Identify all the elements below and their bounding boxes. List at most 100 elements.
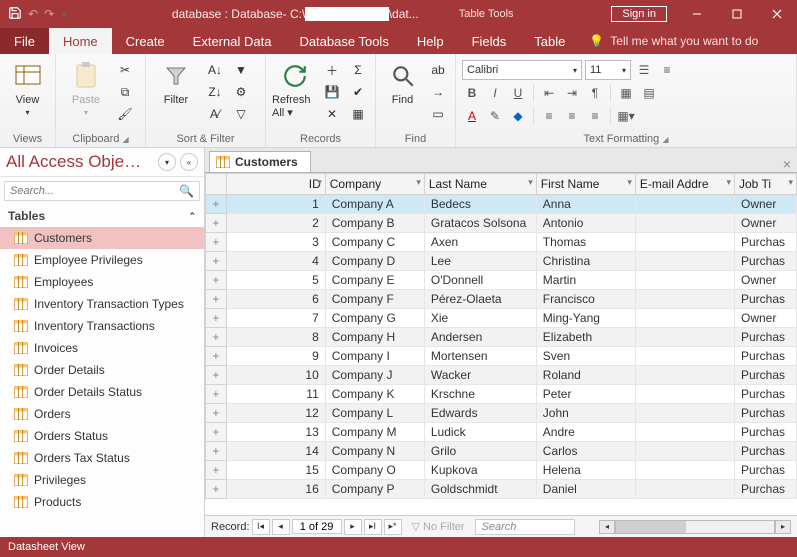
cell-id[interactable]: 13 (226, 423, 325, 442)
recordnav-next-icon[interactable]: ▸ (344, 519, 362, 535)
cell-company[interactable]: Company M (325, 423, 424, 442)
navitem-products[interactable]: Products (0, 491, 204, 513)
cell-email[interactable] (635, 290, 734, 309)
cell-id[interactable]: 12 (226, 404, 325, 423)
font-size-select[interactable]: 11▾ (585, 60, 631, 80)
cell-firstname[interactable]: Helena (536, 461, 635, 480)
cell-company[interactable]: Company C (325, 233, 424, 252)
cell-id[interactable]: 15 (226, 461, 325, 480)
cell-firstname[interactable]: Anna (536, 195, 635, 214)
expand-row-icon[interactable]: + (206, 271, 227, 290)
cell-email[interactable] (635, 252, 734, 271)
navitem-orders-status[interactable]: Orders Status (0, 425, 204, 447)
column-dropdown-icon[interactable]: ▾ (416, 177, 421, 188)
cell-company[interactable]: Company F (325, 290, 424, 309)
cell-job[interactable]: Purchas (735, 385, 797, 404)
cell-job[interactable]: Purchas (735, 423, 797, 442)
navitem-privileges[interactable]: Privileges (0, 469, 204, 491)
expand-row-icon[interactable]: + (206, 233, 227, 252)
cell-id[interactable]: 9 (226, 347, 325, 366)
cell-email[interactable] (635, 347, 734, 366)
cell-job[interactable]: Purchas (735, 252, 797, 271)
hscroll-thumb[interactable] (616, 521, 686, 533)
cell-lastname[interactable]: Mortensen (424, 347, 536, 366)
cell-firstname[interactable]: Ming-Yang (536, 309, 635, 328)
tab-file[interactable]: File (0, 28, 49, 54)
cell-company[interactable]: Company H (325, 328, 424, 347)
view-button[interactable]: View ▾ (6, 60, 49, 126)
align-center-icon[interactable]: ≡ (562, 106, 582, 126)
sort-desc-icon[interactable]: Z↓ (204, 82, 226, 102)
table-row[interactable]: +11Company KKrschnePeterPurchas (206, 385, 797, 404)
cell-id[interactable]: 16 (226, 480, 325, 499)
cell-email[interactable] (635, 366, 734, 385)
cell-id[interactable]: 6 (226, 290, 325, 309)
col-header-last-name[interactable]: Last Name▾ (424, 174, 536, 195)
cell-firstname[interactable]: Sven (536, 347, 635, 366)
expand-row-icon[interactable]: + (206, 366, 227, 385)
navitem-employees[interactable]: Employees (0, 271, 204, 293)
more-records-icon[interactable]: ▦ (347, 104, 369, 124)
maximize-button[interactable] (717, 0, 757, 28)
delete-record-icon[interactable]: ✕ (321, 104, 343, 124)
navitem-orders-tax-status[interactable]: Orders Tax Status (0, 447, 204, 469)
cell-lastname[interactable]: Xie (424, 309, 536, 328)
expand-row-icon[interactable]: + (206, 385, 227, 404)
recordnav-search[interactable]: Search (475, 519, 575, 535)
format-painter-icon[interactable]: 🖌 (114, 104, 136, 124)
remove-sort-icon[interactable]: A⁄ (204, 104, 226, 124)
cell-company[interactable]: Company E (325, 271, 424, 290)
cell-id[interactable]: 8 (226, 328, 325, 347)
cell-email[interactable] (635, 385, 734, 404)
cell-firstname[interactable]: Daniel (536, 480, 635, 499)
table-row[interactable]: +2Company BGratacos SolsonaAntonioOwner (206, 214, 797, 233)
cell-id[interactable]: 5 (226, 271, 325, 290)
highlight-icon[interactable]: ✎ (485, 106, 505, 126)
cell-company[interactable]: Company L (325, 404, 424, 423)
column-dropdown-icon[interactable]: ▾ (627, 177, 632, 188)
navitem-inventory-transactions[interactable]: Inventory Transactions (0, 315, 204, 337)
object-tab-customers[interactable]: Customers (209, 151, 311, 172)
tab-fields[interactable]: Fields (458, 28, 521, 54)
cell-email[interactable] (635, 480, 734, 499)
cut-icon[interactable]: ✂ (114, 60, 136, 80)
navitem-invoices[interactable]: Invoices (0, 337, 204, 359)
numbering-icon[interactable]: ≡ (657, 60, 677, 80)
cell-lastname[interactable]: Axen (424, 233, 536, 252)
column-dropdown-icon[interactable]: ▾ (788, 177, 793, 188)
cell-id[interactable]: 4 (226, 252, 325, 271)
tab-external-data[interactable]: External Data (179, 28, 286, 54)
copy-icon[interactable]: ⧉ (114, 82, 136, 102)
navpane-section-tables[interactable]: Tables⌃ (0, 205, 204, 227)
save-icon[interactable] (8, 6, 22, 23)
horizontal-scrollbar[interactable]: ◂ ▸ (599, 520, 791, 534)
cell-job[interactable]: Purchas (735, 290, 797, 309)
expand-row-icon[interactable]: + (206, 195, 227, 214)
expand-row-icon[interactable]: + (206, 290, 227, 309)
toggle-filter-icon[interactable]: ▽ (230, 104, 252, 124)
tab-create[interactable]: Create (112, 28, 179, 54)
cell-company[interactable]: Company K (325, 385, 424, 404)
col-header-first-name[interactable]: First Name▾ (536, 174, 635, 195)
cell-lastname[interactable]: Edwards (424, 404, 536, 423)
expand-row-icon[interactable]: + (206, 347, 227, 366)
cell-lastname[interactable]: O'Donnell (424, 271, 536, 290)
table-row[interactable]: +9Company IMortensenSvenPurchas (206, 347, 797, 366)
undo-icon[interactable]: ↶ (28, 7, 38, 21)
cell-lastname[interactable]: Lee (424, 252, 536, 271)
search-icon[interactable]: 🔍 (174, 184, 199, 198)
cell-job[interactable]: Purchas (735, 328, 797, 347)
minimize-button[interactable] (677, 0, 717, 28)
navpane-collapse-icon[interactable]: « (180, 153, 198, 171)
cell-firstname[interactable]: Antonio (536, 214, 635, 233)
expand-row-icon[interactable]: + (206, 461, 227, 480)
fill-color-icon[interactable]: ◆ (508, 106, 528, 126)
cell-lastname[interactable]: Gratacos Solsona (424, 214, 536, 233)
column-dropdown-icon[interactable]: ▾ (317, 177, 322, 188)
cell-email[interactable] (635, 271, 734, 290)
cell-firstname[interactable]: Carlos (536, 442, 635, 461)
cell-firstname[interactable]: Andre (536, 423, 635, 442)
navitem-employee-privileges[interactable]: Employee Privileges (0, 249, 204, 271)
cell-job[interactable]: Purchas (735, 480, 797, 499)
navitem-customers[interactable]: Customers (0, 227, 204, 249)
